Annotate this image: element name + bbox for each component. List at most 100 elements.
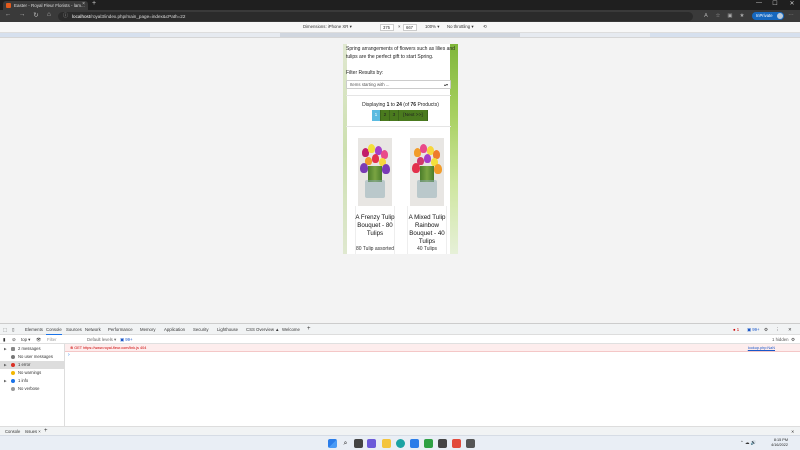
info-icon[interactable]: ⓘ [63,12,68,21]
issues-count-badge[interactable]: ▣ 99+ [747,324,760,335]
devtools-panel: ⬚ ▯ Elements Console Sources Network Per… [0,323,800,427]
collections-icon[interactable]: ▣ [726,12,734,20]
tab-performance[interactable]: Performance [108,324,133,335]
device-toolbar: Dimensions: iPhone XR ▾ 375 × 667 100% ▾… [0,22,800,33]
product-card[interactable]: A Mixed Tulip Rainbow Bouquet - 40 Tulip… [407,138,447,254]
favorites-icon[interactable]: ★ [738,12,746,20]
tab-elements[interactable]: Elements [25,324,43,335]
throttle-select[interactable]: No throttling ▾ [447,24,474,30]
tab-application[interactable]: Application [164,324,185,335]
tab-title: Easter - Royal Fleur Florists - lam... [14,3,85,8]
tab-welcome[interactable]: Welcome [282,324,300,335]
device-width-input[interactable]: 375 [380,24,394,31]
error-count-badge[interactable]: ● 1 [733,324,739,335]
file-explorer-icon[interactable] [382,439,391,448]
chevron-down-icon: ▴▾ [443,82,448,87]
app-icon-red[interactable] [452,439,461,448]
issues-badge[interactable]: ▣ 99+ [120,335,133,344]
rotate-icon[interactable]: ⟲ [483,24,487,30]
devtools-tabbar: ⬚ ▯ Elements Console Sources Network Per… [0,324,800,335]
home-icon[interactable]: ⌂ [44,11,54,18]
filter-input[interactable]: Filter [47,335,57,344]
browser-tab[interactable]: Easter - Royal Fleur Florists - lam... × [3,1,88,10]
tab-close-icon[interactable]: × [82,1,85,7]
hidden-count: 1 hidden [772,337,789,342]
start-menu-icon[interactable] [328,439,337,448]
tab-console[interactable]: Console [46,324,62,335]
divider [346,126,451,127]
mobile-page: Spring arrangements of flowers such as l… [343,44,458,254]
inspect-icon[interactable]: ⬚ [3,324,7,335]
sidebar-item-warnings[interactable]: No warnings [0,369,65,377]
clock[interactable]: 8:15 PM 4/16/2022 [771,438,788,448]
forward-icon[interactable]: → [17,11,27,18]
tab-css-overview[interactable]: CSS Overview ▲ [246,324,279,335]
tab-sources[interactable]: Sources [66,324,82,335]
console-error-message[interactable]: ⊗ GET https://www.royal-fleur.com/link.j… [65,344,800,352]
zoom-select[interactable]: 100% ▾ [425,24,439,30]
search-icon[interactable]: ⌕ [341,439,350,448]
device-toggle-icon[interactable]: ▯ [12,324,14,335]
results-count: Displaying 1 to 24 (of 76 Products) [362,102,439,108]
error-source-link[interactable]: lookup.php:NaN [748,344,775,352]
filter-select[interactable]: Items starting with ... ▴▾ [346,80,451,89]
device-select[interactable]: Dimensions: iPhone XR ▾ [303,24,352,30]
refresh-icon[interactable]: ↻ [31,11,41,19]
page-right-background [450,44,458,254]
sidebar-item-verbose[interactable]: No verbose [0,385,65,393]
console-prompt[interactable]: › [68,352,70,358]
device-height-input[interactable]: 667 [403,24,417,31]
page-link-3[interactable]: 3 [390,110,399,121]
customize-icon[interactable]: ⋮ [775,324,779,335]
app-icon-dark[interactable] [438,439,447,448]
product-name[interactable]: A Mixed Tulip Rainbow Bouquet - 40 Tulip… [407,214,447,246]
tab-network[interactable]: Network [85,324,101,335]
dimension-separator: × [398,24,401,29]
context-select[interactable]: top ▾ [21,335,30,344]
sidebar-item-info[interactable]: ▶ 1 info [0,377,65,385]
tab-security[interactable]: Security [193,324,209,335]
console-settings-icon[interactable]: ⚙ [791,335,795,344]
terminal-icon[interactable] [466,439,475,448]
tab-lighthouse[interactable]: Lighthouse [217,324,238,335]
sidebar-toggle-icon[interactable]: ▮ [3,335,5,344]
product-name[interactable]: A Frenzy Tulip Bouquet - 80 Tulips [355,214,395,238]
close-devtools-icon[interactable]: ✕ [788,324,792,335]
settings-gear-icon[interactable]: ⚙ [764,324,768,335]
new-tab-button[interactable]: + [92,0,96,7]
page-link-1[interactable]: 1 [372,110,381,121]
avatar [777,13,783,19]
emulated-viewport: Spring arrangements of flowers such as l… [0,38,800,323]
favorite-star-icon[interactable]: ☆ [714,12,722,20]
next-page-link[interactable]: [Next >>] [399,110,428,121]
minimize-button[interactable]: — [752,0,766,6]
add-tab-icon[interactable]: + [307,324,311,335]
live-expression-icon[interactable]: 👁 [36,335,41,344]
product-image[interactable] [410,138,444,206]
console-sidebar: ▶ 2 messages No user messages ▶ 1 error No… [0,344,65,427]
sidebar-item-messages[interactable]: ▶ 2 messages [0,345,65,353]
close-window-button[interactable]: ✕ [785,0,799,7]
task-view-icon[interactable] [354,439,363,448]
tab-memory[interactable]: Memory [140,324,156,335]
sidebar-item-errors[interactable]: ▶ 1 error [0,361,65,369]
sidebar-item-user-messages[interactable]: No user messages [0,353,65,361]
edge-browser-icon[interactable] [396,439,405,448]
clear-console-icon[interactable]: ⊘ [12,335,16,344]
maximize-button[interactable]: ☐ [768,0,782,7]
app-icon-green[interactable] [424,439,433,448]
url-input[interactable]: ⓘ localhost/royal3/index.php/main_page=i… [58,11,693,21]
back-icon[interactable]: ← [3,11,13,18]
more-menu-icon[interactable]: ⋯ [787,12,795,20]
product-image[interactable] [358,138,392,206]
product-card[interactable]: A Frenzy Tulip Bouquet - 80 Tulips 80 Tu… [355,138,395,254]
pagination: 1 2 3 [Next >>] [372,110,428,121]
vscode-icon[interactable] [410,439,419,448]
inprivate-badge[interactable]: InPrivate [752,12,784,20]
devtools-drawer: Console Issues × + ✕ [0,426,800,436]
chat-icon[interactable] [367,439,376,448]
system-tray-icons[interactable]: ⌃ ☁ 🔊 [740,440,756,446]
read-aloud-icon[interactable]: A [702,12,710,20]
levels-select[interactable]: Default levels ▾ [87,335,116,344]
page-link-2[interactable]: 2 [381,110,390,121]
